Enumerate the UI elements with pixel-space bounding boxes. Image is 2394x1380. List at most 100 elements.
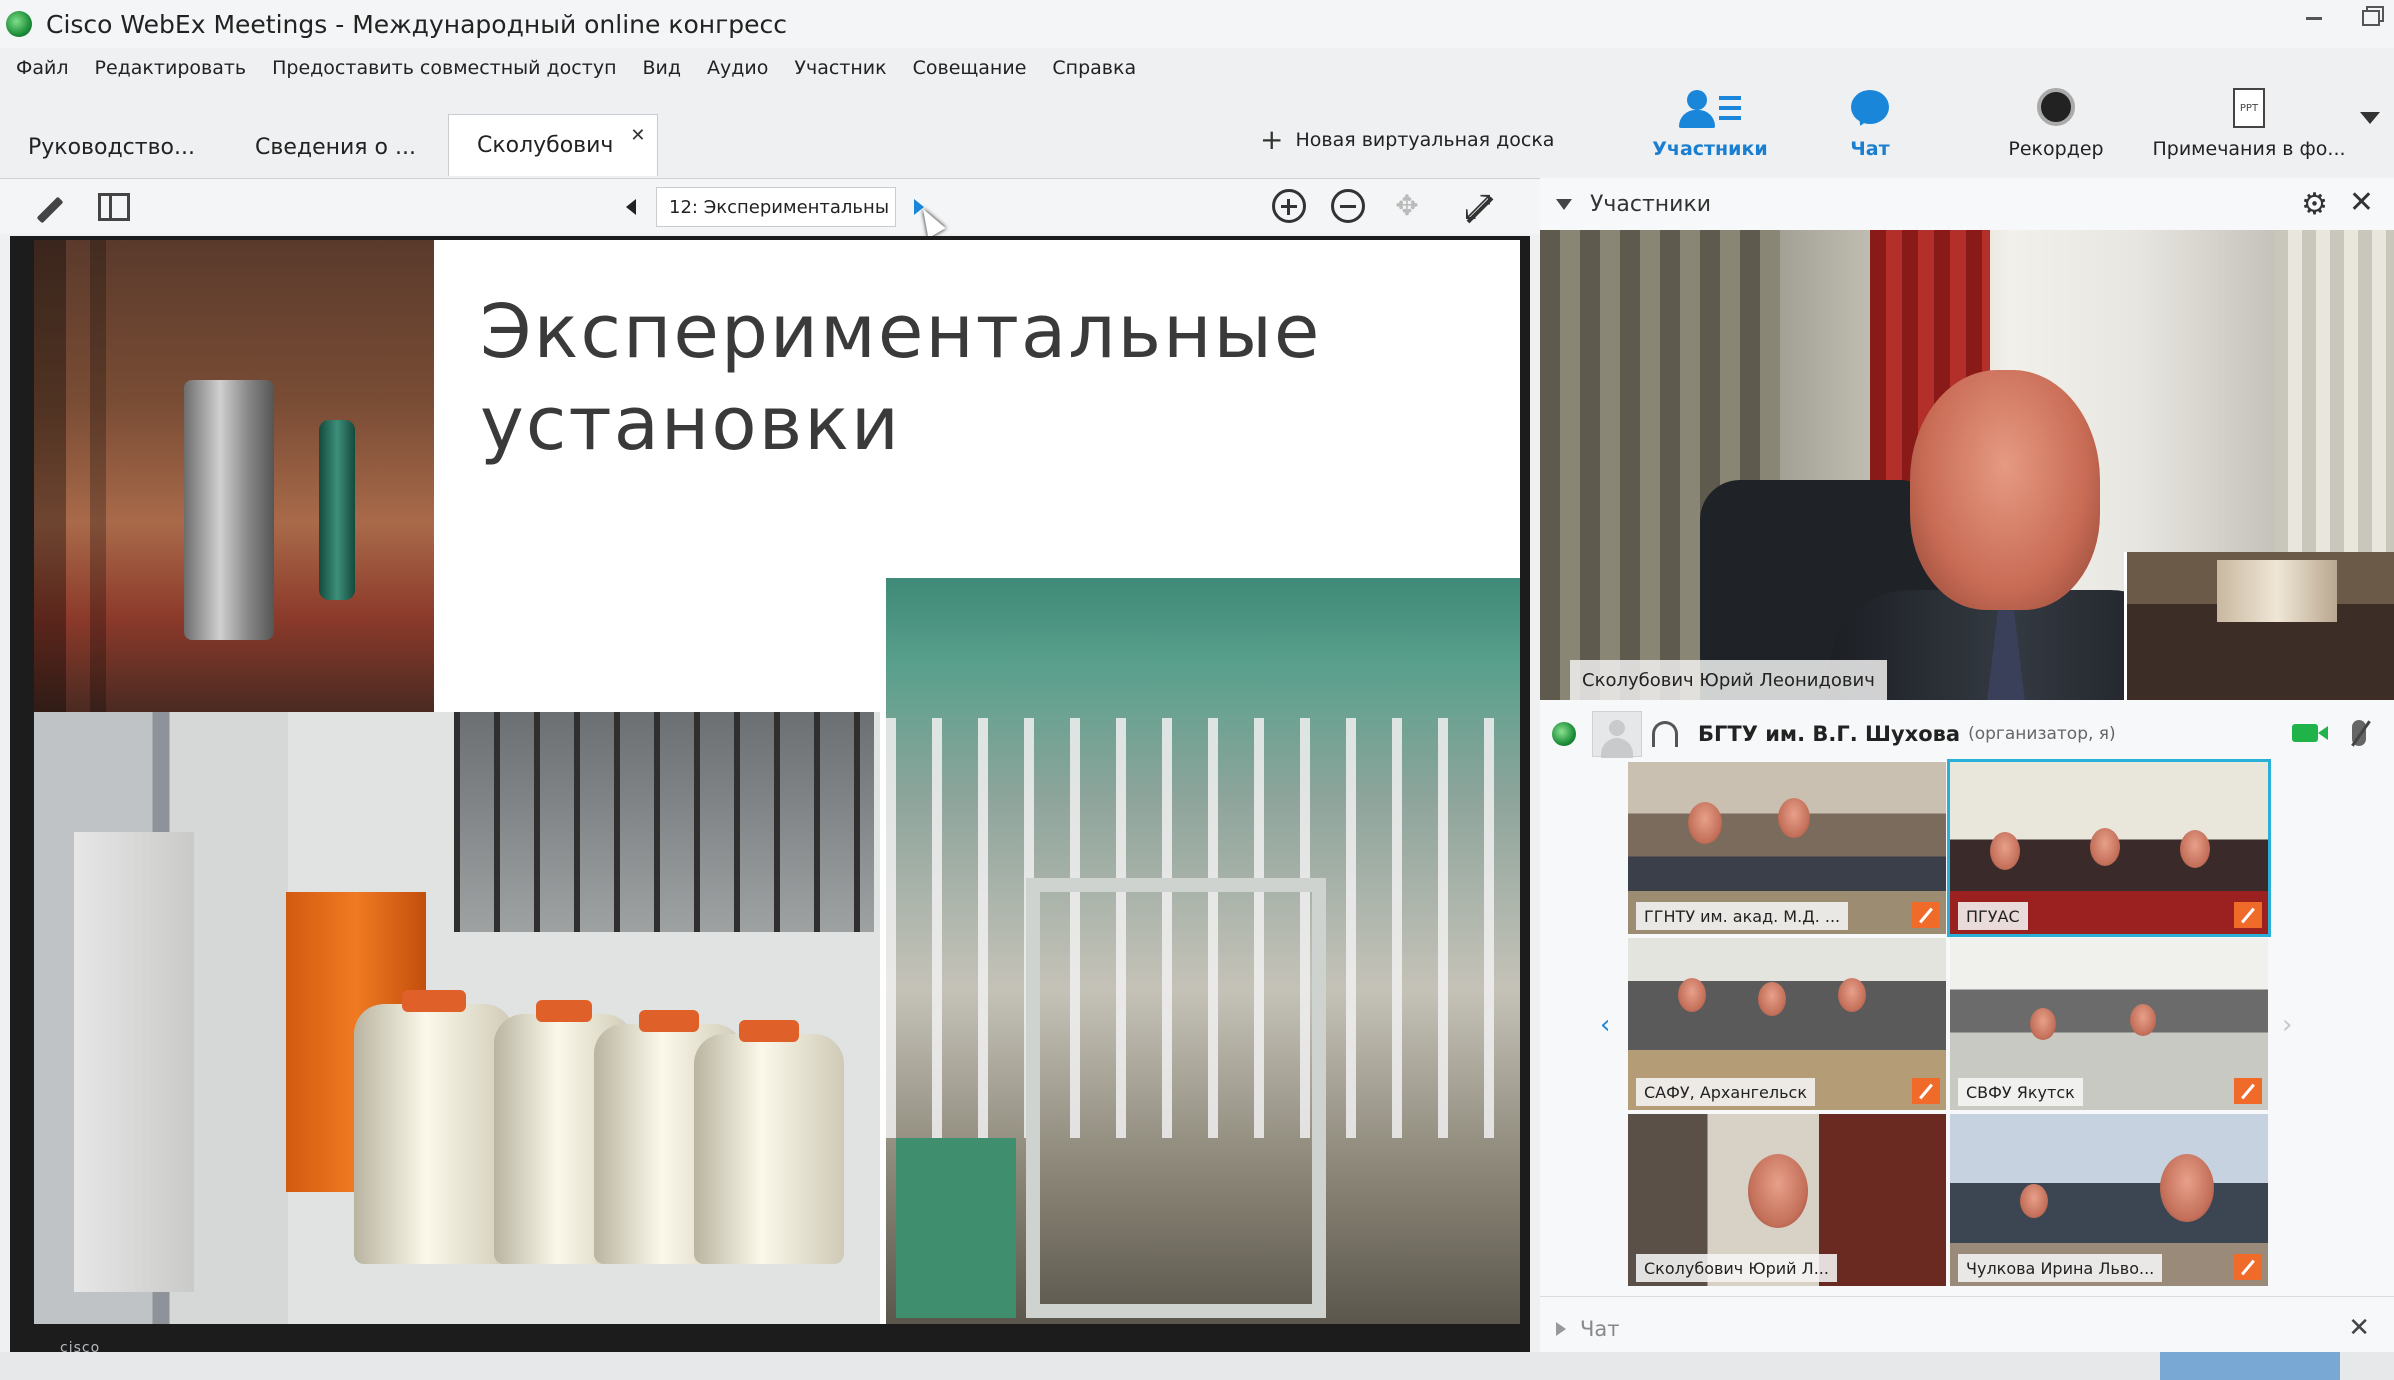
video-tile-label: Сколубович Юрий Л... <box>1636 1254 1837 1282</box>
new-whiteboard-button[interactable]: + Новая виртуальная доска <box>1260 126 1554 154</box>
host-name: БГТУ им. В.Г. Шухова <box>1698 722 1961 746</box>
menu-file[interactable]: Файл <box>16 57 69 79</box>
notes-button[interactable]: PPT Примечания в фо... <box>2144 80 2354 162</box>
cisco-logo: cisco <box>60 1340 101 1356</box>
participant-video-grid: ГГНТУ им. акад. М.Д. ... ПГУАС САФУ, Арх… <box>1628 759 2272 1288</box>
menu-bar: Файл Редактировать Предоставить совместн… <box>0 52 1146 84</box>
slide-photo-boiler <box>34 240 434 712</box>
menu-audio[interactable]: Аудио <box>707 57 768 79</box>
video-tile[interactable]: Сколубович Юрий Л... <box>1628 1114 1946 1286</box>
video-tile[interactable]: САФУ, Архангельск <box>1628 938 1946 1110</box>
close-chat-icon[interactable]: ✕ <box>2348 1313 2370 1343</box>
previous-page-icon[interactable]: ‹ <box>1600 1010 1610 1040</box>
chat-label: Чат <box>1850 138 1890 160</box>
slide-selector-value: 12: Экспериментальны <box>669 196 890 218</box>
active-speaker-name: Сколубович Юрий Леонидович <box>1570 660 1887 700</box>
slide-selector[interactable]: 12: Экспериментальны ▼ <box>656 187 896 227</box>
menu-participant[interactable]: Участник <box>794 57 886 79</box>
muted-microphone-icon <box>2234 902 2262 928</box>
host-participant-row[interactable]: БГТУ им. В.Г. Шухова (организатор, я) <box>1540 706 2394 762</box>
restore-icon[interactable] <box>2360 4 2384 26</box>
self-view-thumbnail[interactable] <box>2124 552 2394 700</box>
status-strip <box>0 1352 2394 1380</box>
video-tile-label: Чулкова Ирина Льво... <box>1958 1254 2163 1282</box>
presentation-toolbar: 12: Экспериментальны ▼ ✥ <box>0 178 1540 239</box>
record-icon <box>2037 88 2075 126</box>
video-tile-label: СВФУ Якутск <box>1958 1078 2083 1106</box>
top-toolbar: Участники Чат Рекордер PPT Примечания в … <box>1600 80 2394 162</box>
video-tile-label: ГГНТУ им. акад. М.Д. ... <box>1636 902 1849 930</box>
presence-status-icon <box>1552 722 1576 746</box>
plus-icon: + <box>1260 123 1284 156</box>
microphone-muted-icon[interactable] <box>2352 720 2366 746</box>
tab-guide[interactable]: Руководство... <box>0 118 223 176</box>
gear-icon[interactable]: ⚙ <box>2301 190 2328 220</box>
recorder-label: Рекордер <box>2008 138 2104 160</box>
chat-panel-title: Чат <box>1580 1316 1620 1341</box>
slide-photo-tanks <box>34 712 880 1324</box>
slide-title: Экспериментальные установки <box>480 289 1322 467</box>
recorder-button[interactable]: Рекордер <box>1976 80 2136 162</box>
zoom-out-icon[interactable] <box>1331 189 1365 223</box>
new-whiteboard-label: Новая виртуальная доска <box>1295 129 1555 151</box>
video-tile[interactable]: ПГУАС <box>1947 759 2271 937</box>
chat-panel-header[interactable]: Чат ✕ <box>1540 1296 2394 1360</box>
notes-label: Примечания в фо... <box>2152 138 2346 160</box>
participants-button[interactable]: Участники <box>1630 80 1790 162</box>
document-tabs: Руководство... Сведения о ... Сколубович… <box>0 110 662 176</box>
previous-slide-icon[interactable] <box>626 199 636 215</box>
more-tools-chevron-icon[interactable] <box>2360 112 2380 124</box>
participants-label: Участники <box>1652 138 1768 160</box>
menu-view[interactable]: Вид <box>643 57 682 79</box>
ppt-notes-icon: PPT <box>2233 88 2265 128</box>
title-bar: Cisco WebEx Meetings - Международный onl… <box>0 0 2394 48</box>
close-panel-icon[interactable]: ✕ <box>2349 188 2374 218</box>
panel-layout-icon[interactable] <box>98 193 130 221</box>
chevron-down-icon: ▼ <box>895 200 896 215</box>
tab-info[interactable]: Сведения о ... <box>227 118 444 176</box>
participants-panel: Участники ⚙ ✕ Сколубович Юрий Леонидович… <box>1540 178 2394 1380</box>
video-tile[interactable]: Чулкова Ирина Льво... <box>1950 1114 2268 1286</box>
muted-microphone-icon <box>2234 1078 2262 1104</box>
chat-button[interactable]: Чат <box>1790 80 1950 162</box>
headset-icon <box>1652 721 1678 747</box>
participants-panel-header: Участники ⚙ ✕ <box>1540 178 2394 230</box>
participants-icon <box>1679 90 1741 130</box>
menu-help[interactable]: Справка <box>1052 57 1136 79</box>
tab-label: Руководство... <box>28 134 195 160</box>
host-role: (организатор, я) <box>1968 724 2116 744</box>
webex-logo-icon <box>6 11 32 37</box>
zoom-in-icon[interactable] <box>1272 189 1306 223</box>
menu-edit[interactable]: Редактировать <box>95 57 247 79</box>
muted-microphone-icon <box>1912 902 1940 928</box>
chat-icon <box>1851 90 1889 124</box>
presentation-viewer[interactable]: Экспериментальные установки <box>10 236 1530 1356</box>
window-title: Cisco WebEx Meetings - Международный onl… <box>46 9 787 39</box>
pan-move-icon[interactable]: ✥ <box>1392 191 1422 221</box>
menu-share[interactable]: Предоставить совместный доступ <box>272 57 616 79</box>
active-speaker-video[interactable]: Сколубович Юрий Леонидович <box>1540 230 2394 700</box>
video-tile[interactable]: СВФУ Якутск <box>1950 938 2268 1110</box>
fullscreen-icon[interactable] <box>1464 187 1498 227</box>
video-tile-label: САФУ, Архангельск <box>1636 1078 1816 1106</box>
muted-microphone-icon <box>2234 1254 2262 1280</box>
close-tab-icon[interactable]: ✕ <box>630 125 645 146</box>
annotate-pencil-icon[interactable] <box>36 193 66 223</box>
video-tile-label: ПГУАС <box>1958 902 2028 930</box>
video-camera-icon[interactable] <box>2292 724 2328 742</box>
menu-meeting[interactable]: Совещание <box>913 57 1027 79</box>
tab-label: Сколубович <box>476 133 614 158</box>
collapse-panel-icon[interactable] <box>1556 198 1572 210</box>
minimize-icon[interactable] <box>2302 4 2326 26</box>
expand-chat-icon[interactable] <box>1556 1321 1566 1336</box>
tab-label: Сведения о ... <box>255 134 416 160</box>
system-clock <box>2160 1352 2340 1380</box>
next-page-icon[interactable]: › <box>2282 1010 2292 1040</box>
slide-canvas: Экспериментальные установки <box>34 240 1520 1324</box>
participants-panel-title: Участники <box>1590 191 1712 217</box>
window-controls <box>2302 0 2384 30</box>
tab-skolubovich[interactable]: Сколубович ✕ <box>447 114 659 176</box>
video-tile[interactable]: ГГНТУ им. акад. М.Д. ... <box>1628 762 1946 934</box>
muted-microphone-icon <box>1912 1078 1940 1104</box>
slide-photo-installation <box>886 578 1520 1324</box>
